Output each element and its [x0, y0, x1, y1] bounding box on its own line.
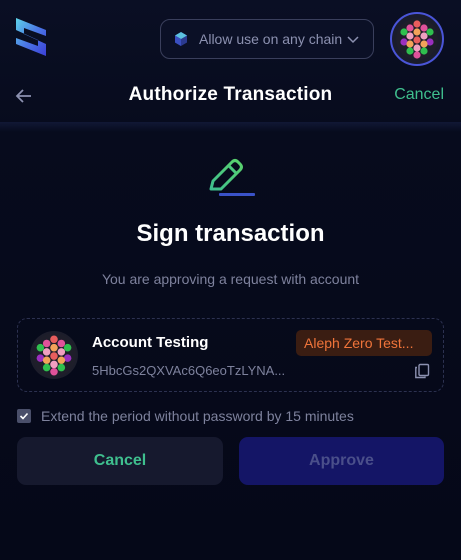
identicon-icon	[32, 333, 76, 377]
chevron-down-icon	[347, 36, 359, 44]
extend-period-checkbox[interactable]	[17, 409, 31, 423]
chain-selector-label: Allow use on any chain	[199, 31, 343, 47]
extend-period-option[interactable]: Extend the period without password by 15…	[17, 408, 375, 424]
copy-icon[interactable]	[414, 363, 430, 379]
header-divider	[0, 122, 461, 132]
approve-button[interactable]: Approve	[239, 437, 444, 485]
checkmark-icon	[19, 412, 29, 420]
account-avatar-button[interactable]	[390, 12, 444, 66]
identicon-icon	[396, 18, 438, 60]
account-address: 5HbcGs2QXVAc6Q6eoTzLYNA...	[92, 363, 286, 378]
approval-subtitle: You are approving a request with account	[101, 271, 360, 287]
sign-transaction-title: Sign transaction	[136, 220, 325, 247]
app-root: Allow use on any chain Authorize Transac…	[0, 0, 461, 560]
page-title: Authorize Transaction	[128, 84, 333, 105]
account-name: Account Testing	[92, 334, 209, 351]
extend-period-label: Extend the period without password by 15…	[41, 408, 354, 424]
network-badge: Aleph Zero Test...	[296, 330, 432, 356]
chain-cube-icon	[175, 32, 187, 46]
header-cancel-link[interactable]: Cancel	[394, 86, 444, 104]
account-card: Account Testing 5HbcGs2QXVAc6Q6eoTzLYNA.…	[17, 318, 444, 392]
subwallet-logo	[16, 18, 46, 56]
sign-pen-icon	[209, 159, 255, 196]
account-avatar	[30, 331, 78, 379]
cancel-button[interactable]: Cancel	[17, 437, 223, 485]
chain-selector[interactable]: Allow use on any chain	[160, 19, 374, 59]
